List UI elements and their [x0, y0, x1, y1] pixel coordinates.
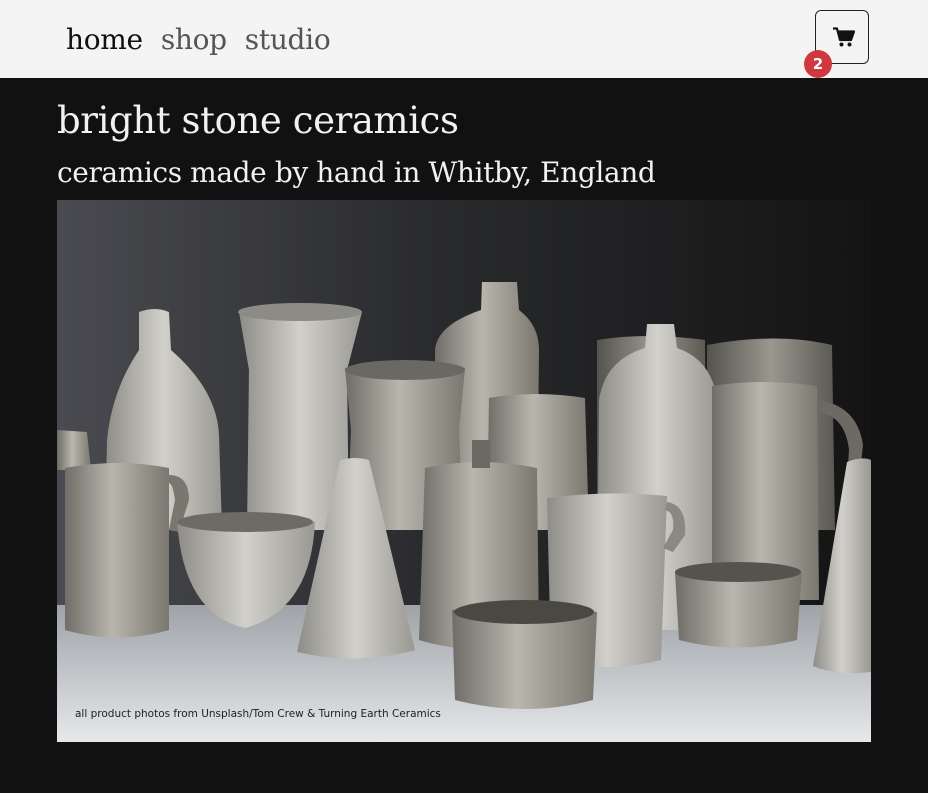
pottery-still-life-image: [57, 200, 871, 742]
nav-link-shop[interactable]: shop: [161, 22, 227, 58]
site-tagline: ceramics made by hand in Whitby, England: [57, 156, 656, 189]
navbar: home shop studio 2: [0, 0, 928, 78]
cart-icon: [833, 27, 855, 47]
cart-count-badge: 2: [804, 50, 832, 78]
hero-image: all product photos from Unsplash/Tom Cre…: [57, 200, 871, 742]
nav-links: home shop studio: [66, 22, 331, 58]
nav-link-home[interactable]: home: [66, 22, 143, 58]
photo-credit-caption: all product photos from Unsplash/Tom Cre…: [75, 708, 441, 720]
nav-link-studio[interactable]: studio: [245, 22, 331, 58]
site-title: bright stone ceramics: [57, 99, 459, 142]
